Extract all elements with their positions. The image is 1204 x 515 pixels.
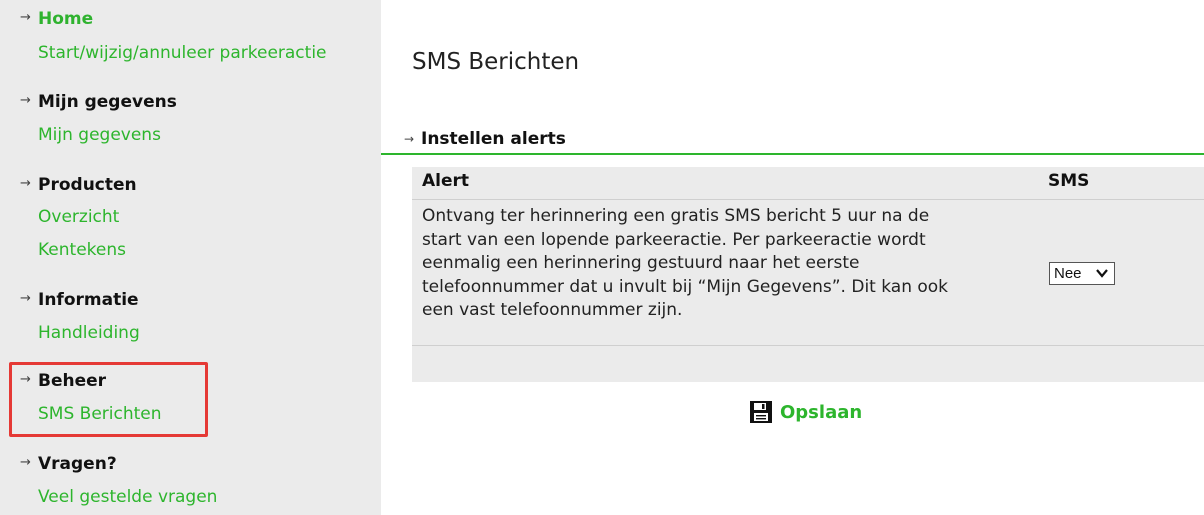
alert-description: Ontvang ter herinnering een gratis SMS b… [422,205,1032,323]
sms-select-value: Nee [1054,265,1082,282]
sidebar-heading-producten: Producten [38,175,137,195]
sidebar-heading-home[interactable]: Home [38,8,93,30]
sidebar-heading-mijn-gegevens: Mijn gegevens [38,92,177,112]
save-label: Opslaan [780,401,863,423]
column-header-sms: SMS [1048,171,1090,191]
arrow-right-icon: → [20,10,31,25]
sms-select[interactable]: Nee [1049,262,1115,285]
sidebar-heading-vragen: Vragen? [38,454,117,474]
alert-description-line: start van een lopende parkeeractie. Per … [422,229,926,250]
arrow-right-icon: → [20,291,31,306]
alert-description-line: Ontvang ter herinnering een gratis SMS b… [422,206,930,226]
arrow-right-icon: → [20,455,31,470]
highlight-box [9,362,208,437]
section-title: Instellen alerts [421,129,566,149]
sidebar-item-veel-gestelde-vragen[interactable]: Veel gestelde vragen [38,486,217,508]
alert-description-line: eenmalig een herinnering gestuurd naar h… [422,253,860,273]
section-divider [381,153,1204,155]
table-divider [412,199,1204,200]
sidebar-item-kentekens[interactable]: Kentekens [38,239,126,261]
arrow-right-icon: → [20,176,31,191]
arrow-right-icon: → [20,93,31,108]
save-button[interactable]: Opslaan [750,401,862,423]
sidebar: → Home Start/wijzig/annuleer parkeeracti… [0,0,381,515]
alerts-table: Alert SMS Ontvang ter herinnering een gr… [412,167,1204,382]
alert-description-line: telefoonnummer dat u invult bij “Mijn Ge… [422,276,949,297]
table-divider [412,345,1204,346]
sidebar-item-handleiding[interactable]: Handleiding [38,322,140,344]
alert-description-line: een vast telefoonnummer zijn. [422,300,683,320]
sidebar-item-overzicht[interactable]: Overzicht [38,206,119,228]
sidebar-item-mijn-gegevens[interactable]: Mijn gegevens [38,124,161,146]
chevron-down-icon [1096,269,1108,278]
sidebar-heading-informatie: Informatie [38,290,139,310]
floppy-disk-icon [750,401,772,423]
page-title: SMS Berichten [412,49,580,75]
column-header-alert: Alert [422,171,470,191]
arrow-right-icon: → [404,132,415,146]
sidebar-item-parkeeractie[interactable]: Start/wijzig/annuleer parkeeractie [38,42,327,64]
